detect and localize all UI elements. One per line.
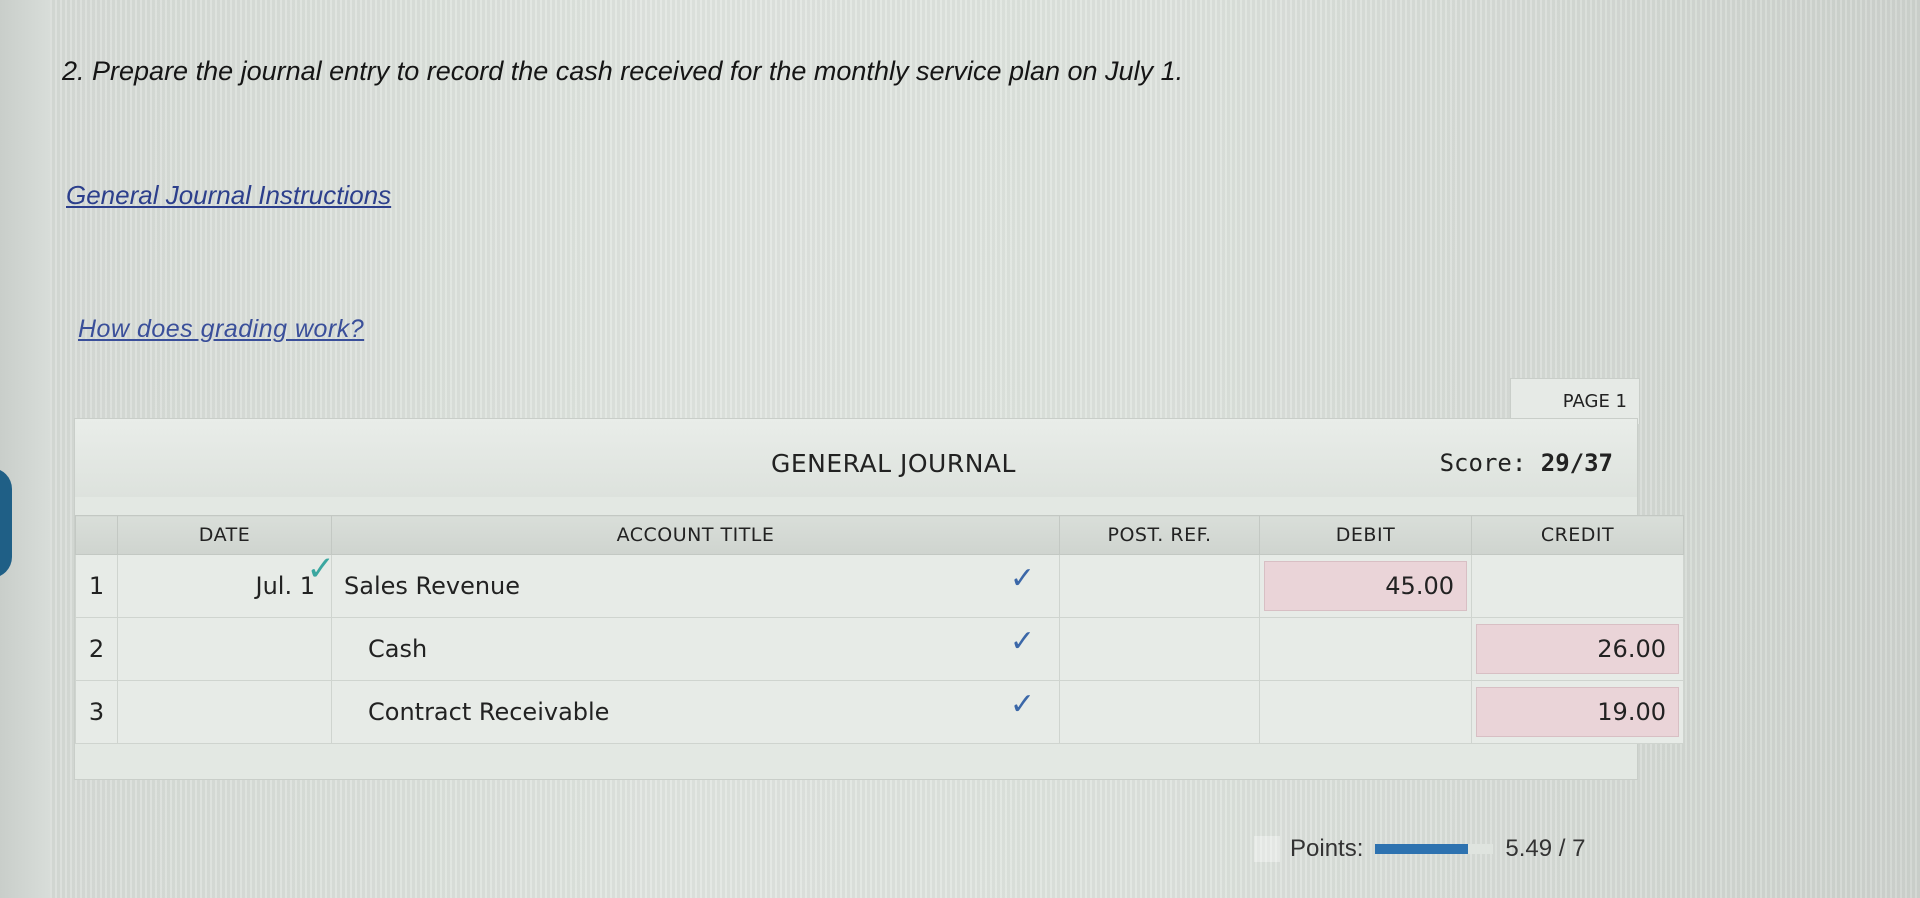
post-ref-header: POST. REF. bbox=[1059, 515, 1260, 555]
account-title: Sales Revenue bbox=[344, 572, 521, 600]
journal-header: GENERAL JOURNAL Score: 29/37 bbox=[75, 419, 1637, 497]
date-cell[interactable]: Jul. 1 ✓ bbox=[117, 549, 335, 618]
row-number: 2 bbox=[75, 617, 118, 681]
debit-cell[interactable] bbox=[1259, 680, 1472, 744]
points-indicator: Points: 5.49 / 7 bbox=[1254, 832, 1602, 866]
journal-table: DATE ACCOUNT TITLE POST. REF. DEBIT CRED… bbox=[75, 515, 1684, 744]
credit-header: CREDIT bbox=[1471, 515, 1684, 555]
debit-cell[interactable]: 45.00 bbox=[1259, 554, 1472, 618]
checkmark-icon: ✓ bbox=[1009, 624, 1035, 659]
post-ref-cell[interactable] bbox=[1059, 617, 1260, 681]
post-ref-cell[interactable] bbox=[1059, 680, 1260, 744]
checkmark-icon: ✓ bbox=[1009, 561, 1035, 596]
credit-cell[interactable]: 19.00 bbox=[1471, 680, 1684, 744]
score-value: 29/37 bbox=[1540, 449, 1613, 477]
credit-cell[interactable]: 26.00 bbox=[1471, 617, 1684, 681]
points-prefix bbox=[1254, 836, 1280, 862]
row-number: 3 bbox=[75, 680, 118, 744]
row-number: 1 bbox=[75, 554, 118, 618]
account-title: Cash bbox=[368, 635, 428, 663]
journal-title: GENERAL JOURNAL bbox=[771, 449, 1016, 478]
grading-info-link[interactable]: How does grading work? bbox=[78, 315, 364, 344]
points-progress-bar bbox=[1375, 844, 1494, 854]
account-cell[interactable]: Contract Receivable ✓ bbox=[331, 680, 1060, 744]
journal-row: 2 Cash ✓ 26.00 bbox=[75, 617, 1684, 681]
account-title-header: ACCOUNT TITLE bbox=[331, 515, 1060, 555]
debit-amount: 45.00 bbox=[1264, 561, 1467, 611]
credit-amount: 26.00 bbox=[1476, 624, 1679, 674]
score: Score: 29/37 bbox=[1440, 449, 1613, 477]
credit-amount: 19.00 bbox=[1476, 687, 1679, 737]
score-label: Score: bbox=[1439, 449, 1527, 477]
account-title: Contract Receivable bbox=[368, 698, 610, 726]
points-value: 5.49 / 7 bbox=[1505, 835, 1586, 862]
post-ref-cell[interactable] bbox=[1059, 554, 1260, 618]
side-tab[interactable] bbox=[0, 468, 12, 578]
credit-cell[interactable] bbox=[1471, 554, 1684, 618]
debit-header: DEBIT bbox=[1259, 515, 1472, 555]
general-journal-instructions-link[interactable]: General Journal Instructions bbox=[66, 180, 391, 211]
date-header: DATE bbox=[117, 515, 332, 555]
question-text: 2. Prepare the journal entry to record t… bbox=[62, 56, 1184, 86]
journal-row: 1 Jul. 1 ✓ Sales Revenue ✓ 45.00 bbox=[75, 549, 1684, 618]
date-cell[interactable] bbox=[117, 680, 332, 744]
points-progress-fill bbox=[1375, 844, 1468, 854]
account-cell[interactable]: Cash ✓ bbox=[331, 617, 1060, 681]
date-cell[interactable] bbox=[117, 617, 332, 681]
checkmark-icon: ✓ bbox=[1009, 687, 1035, 722]
general-journal: GENERAL JOURNAL Score: 29/37 DATE ACCOUN… bbox=[74, 418, 1684, 780]
left-edge bbox=[0, 0, 50, 898]
debit-cell[interactable] bbox=[1259, 617, 1472, 681]
account-cell[interactable]: Sales Revenue ✓ bbox=[331, 554, 1060, 618]
journal-row: 3 Contract Receivable ✓ 19.00 bbox=[75, 680, 1684, 744]
points-label: Points: bbox=[1290, 835, 1364, 862]
row-number-header bbox=[75, 515, 118, 555]
